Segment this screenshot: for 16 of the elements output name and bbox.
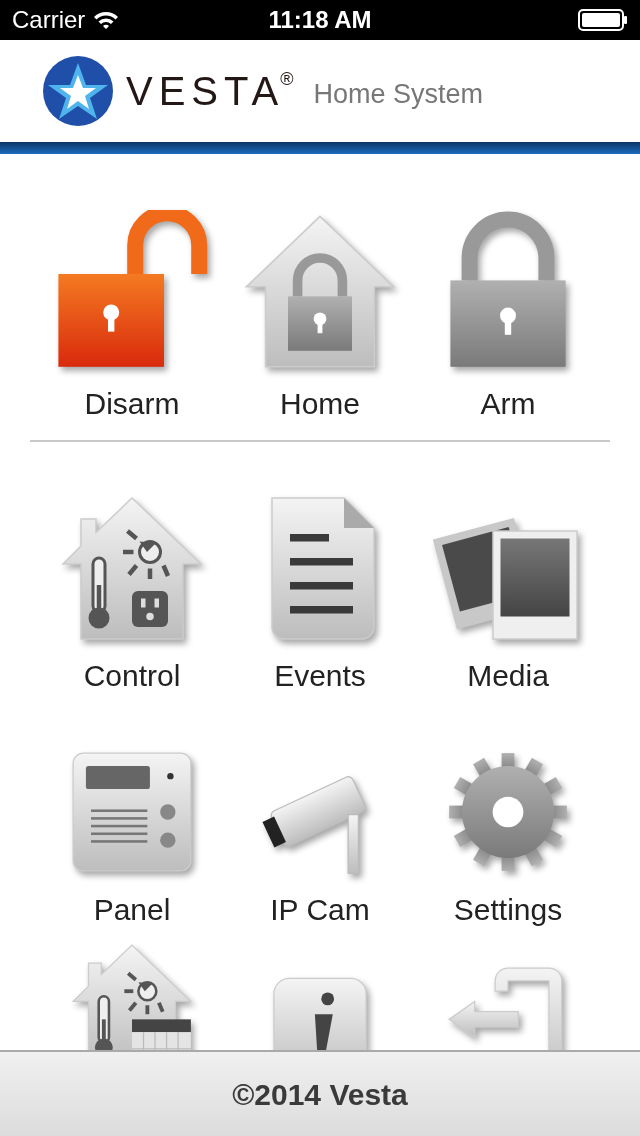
menu-tile[interactable]: Media xyxy=(414,492,602,696)
subtitle: Home System xyxy=(313,77,483,111)
clock: 11:18 AM xyxy=(268,5,372,35)
menu-tile[interactable]: Panel xyxy=(38,748,226,930)
menu-tile[interactable]: Events xyxy=(226,492,414,696)
menu-tile[interactable]: Control xyxy=(38,492,226,696)
menu-tile[interactable]: IP Cam xyxy=(226,748,414,930)
wifi-icon xyxy=(93,10,120,30)
menu-tile[interactable]: Home xyxy=(226,210,414,424)
logo-icon xyxy=(42,55,114,127)
carrier-label: Carrier xyxy=(12,5,86,35)
menu-tile[interactable]: Disarm xyxy=(38,210,226,424)
copyright-text: ©2014 Vesta xyxy=(232,1076,408,1113)
menu-tile[interactable]: Arm xyxy=(414,210,602,424)
battery-icon xyxy=(578,9,628,31)
menu-tile[interactable]: Settings xyxy=(414,748,602,930)
